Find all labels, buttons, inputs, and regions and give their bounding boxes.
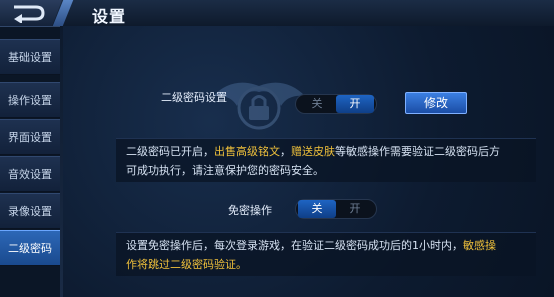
- password-toggle-on[interactable]: 开: [336, 95, 374, 113]
- sidebar-item-secondary-password[interactable]: 二级密码: [0, 230, 60, 266]
- back-button[interactable]: [0, 0, 62, 26]
- sidebar-item-interface-settings[interactable]: 界面设置: [0, 119, 60, 155]
- password-toggle[interactable]: 关 开: [295, 94, 377, 114]
- page-title: 设置: [92, 7, 127, 26]
- no-password-label: 免密操作: [228, 204, 272, 217]
- sidebar-item-control-settings[interactable]: 操作设置: [0, 82, 60, 118]
- password-desc-line-2: 可成功执行，请注意保护您的密码安全。: [126, 164, 324, 177]
- password-desc-highlight-1: 出售高级铭文: [214, 145, 280, 158]
- nopass-desc-highlight-1: 敏感操: [463, 239, 496, 252]
- sidebar-item-basic-settings[interactable]: 基础设置: [0, 39, 60, 75]
- password-desc-text-3: 等敏感操作需要验证二级密码后方: [335, 145, 500, 158]
- password-toggle-off[interactable]: 关: [298, 95, 336, 113]
- no-password-toggle-on[interactable]: 开: [336, 200, 374, 218]
- no-password-toggle[interactable]: 关 开: [295, 199, 377, 219]
- password-desc-text-1: 二级密码已开启，: [126, 145, 214, 158]
- sidebar: 基础设置 操作设置 界面设置 音效设置 录像设置 二级密码: [0, 39, 60, 297]
- top-bar: 设置: [0, 0, 554, 27]
- sidebar-item-sound-settings[interactable]: 音效设置: [0, 156, 60, 192]
- edit-password-button[interactable]: 修改: [405, 92, 467, 114]
- nopass-desc-highlight-2: 作将跳过二级密码验证。: [126, 258, 247, 271]
- back-arrow-icon: [14, 5, 45, 23]
- password-description: 二级密码已开启，出售高级铭文，赠送皮肤等敏感操作需要验证二级密码后方 可成功执行…: [116, 138, 536, 182]
- nopass-desc-text-1: 设置免密操作后，每次登录游戏，在验证二级密码成功后的1小时内，: [126, 239, 463, 252]
- password-desc-highlight-2: 赠送皮肤: [291, 145, 335, 158]
- password-desc-text-2: ，: [280, 145, 291, 158]
- no-password-description: 设置免密操作后，每次登录游戏，在验证二级密码成功后的1小时内，敏感操 作将跳过二…: [116, 232, 536, 276]
- no-password-toggle-off[interactable]: 关: [298, 200, 336, 218]
- sidebar-item-replay-settings[interactable]: 录像设置: [0, 193, 60, 229]
- password-setting-label: 二级密码设置: [161, 91, 227, 104]
